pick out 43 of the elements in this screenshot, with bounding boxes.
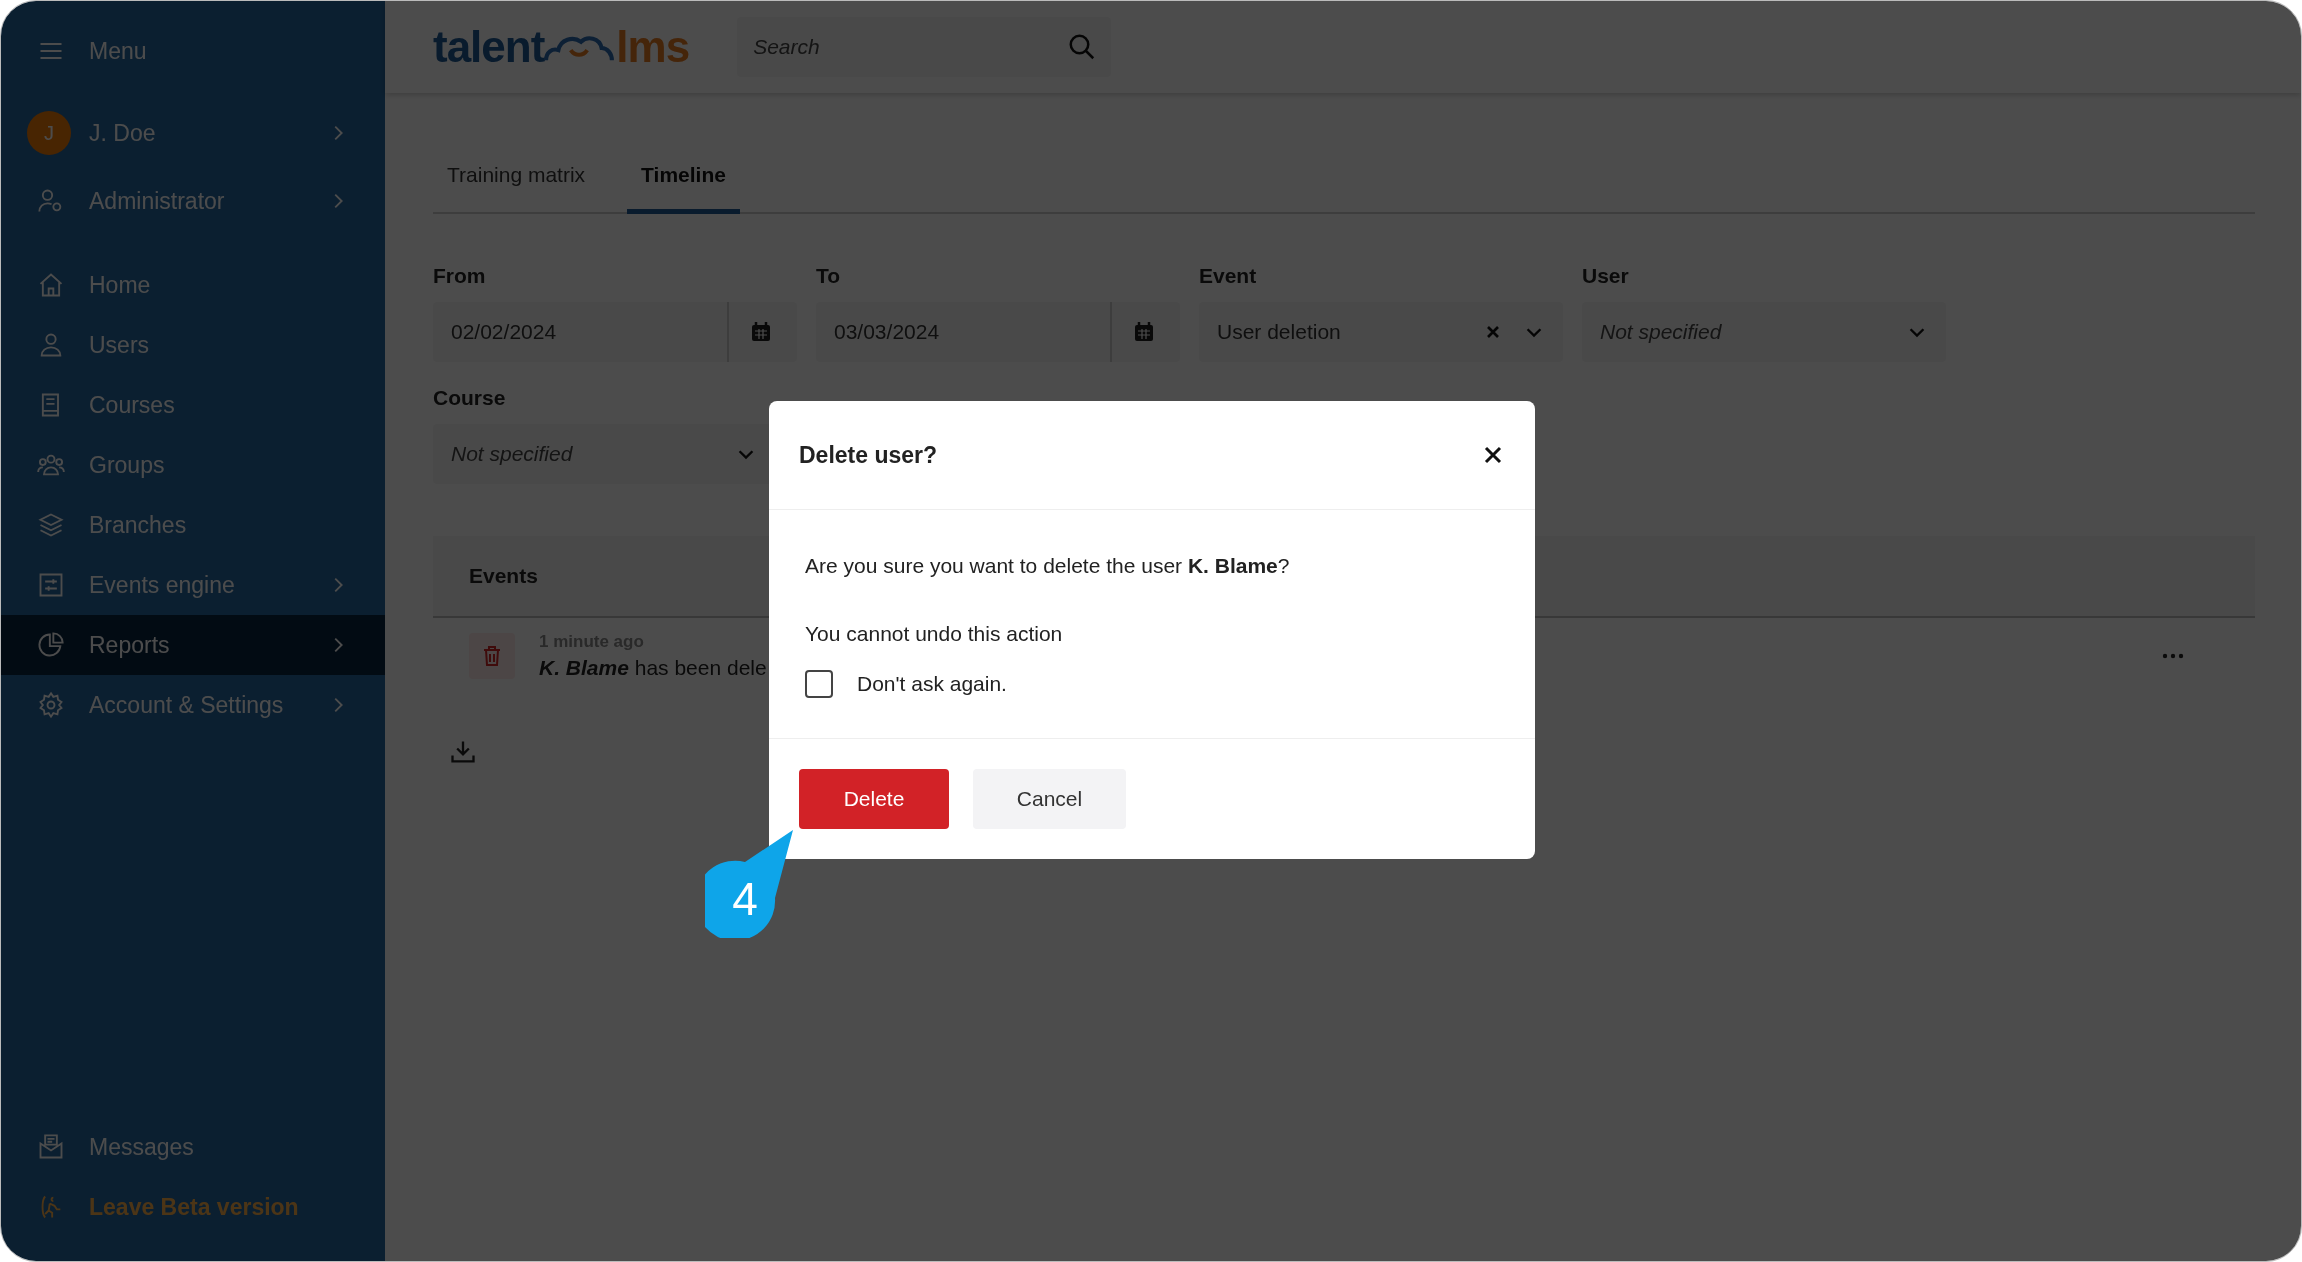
logo-text: talent <box>433 22 545 72</box>
sidebar-item[interactable]: Reports <box>1 615 385 675</box>
sidebar-item[interactable]: Events engine <box>1 555 385 615</box>
sidebar-item[interactable]: Home <box>1 255 385 315</box>
field-label: From <box>433 264 487 288</box>
home-icon <box>37 271 65 299</box>
tab[interactable]: Training matrix <box>433 151 600 214</box>
envelope-icon <box>37 1133 65 1161</box>
cancel-button[interactable]: Cancel <box>973 769 1126 829</box>
user-avatar: J <box>27 111 71 155</box>
event-text: K. Blame has been dele <box>539 656 767 680</box>
dialog-message: Are you sure you want to delete the user K. Blame? <box>805 554 1291 578</box>
tab[interactable]: Timeline <box>627 151 740 214</box>
more-icon[interactable] <box>2161 652 2185 660</box>
field-label: Course <box>433 386 507 410</box>
field-label: To <box>816 264 842 288</box>
reports-icon <box>37 631 65 659</box>
leave-beta-link[interactable]: Leave Beta version <box>1 1177 385 1237</box>
events-icon <box>37 571 65 599</box>
branches-icon <box>37 511 65 539</box>
calendar-icon[interactable] <box>1132 320 1156 344</box>
field-label: Event <box>1199 264 1258 288</box>
dialog-title: Delete user? <box>799 441 938 469</box>
sidebar-item[interactable]: Messages <box>1 1117 385 1177</box>
sidebar-item[interactable]: Administrator <box>1 171 385 231</box>
sidebar-item[interactable]: Users <box>1 315 385 375</box>
settings-icon <box>37 691 65 719</box>
sidebar-item[interactable]: Groups <box>1 435 385 495</box>
checkbox-label: Don't ask again. <box>857 672 1007 696</box>
logo-text: lms <box>616 22 690 72</box>
step-callout: 4 <box>705 828 795 938</box>
trash-icon <box>469 633 515 679</box>
dialog-note: You cannot undo this action <box>805 622 1064 646</box>
calendar-icon[interactable] <box>749 320 773 344</box>
checkbox[interactable] <box>805 670 833 698</box>
user-menu-item[interactable]: J J. Doe <box>1 111 385 155</box>
sidebar-item[interactable]: Courses <box>1 375 385 435</box>
delete-button[interactable]: Delete <box>799 769 949 829</box>
sidebar-item[interactable]: Branches <box>1 495 385 555</box>
menu-label: Menu <box>89 37 148 65</box>
sidebar-item[interactable]: Account & Settings <box>1 675 385 735</box>
field-label: User <box>1582 264 1630 288</box>
column-header: Events <box>469 564 538 588</box>
